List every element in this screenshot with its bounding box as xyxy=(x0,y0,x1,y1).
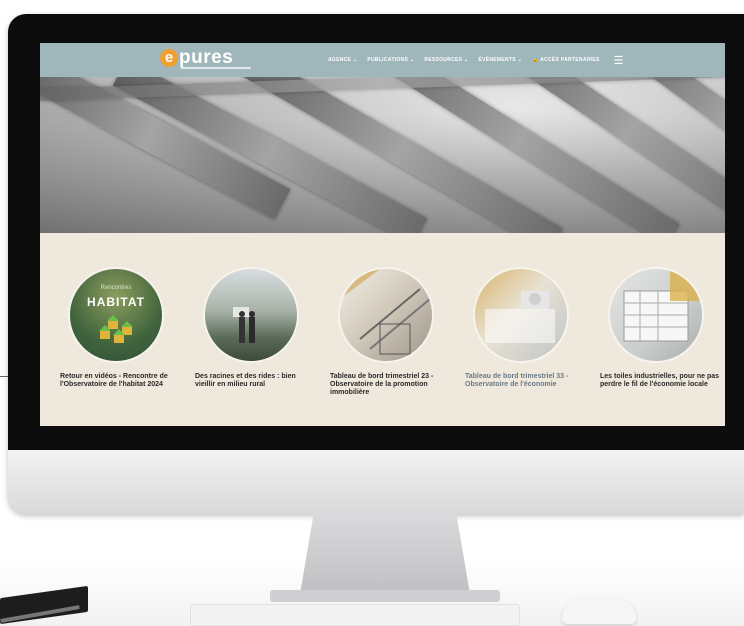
nav-acces-partenaires[interactable]: 🔒 ACCÈS PARTENAIRES xyxy=(532,57,600,63)
nav-publications[interactable]: PUBLICATIONS ⌄ xyxy=(367,57,414,63)
website-screen: e pures AGENCE ⌄ PUBLICATIONS ⌄ RESSOURC… xyxy=(40,43,725,426)
card-toiles-industrielles[interactable]: Les toiles industrielles, pour ne pas pe… xyxy=(600,269,720,389)
card-title-toiles[interactable]: Les toiles industrielles, pour ne pas pe… xyxy=(600,373,720,389)
monitor-stand-base xyxy=(270,590,500,602)
card-rural[interactable]: Des racines et des rides : bien vieillir… xyxy=(195,269,315,389)
keyboard xyxy=(190,604,520,626)
card-title-promotion[interactable]: Tableau de bord trimestriel 23 - Observa… xyxy=(330,373,450,397)
mouse xyxy=(562,598,636,624)
card-image-rural[interactable] xyxy=(205,269,297,361)
card-title-rural[interactable]: Des racines et des rides : bien vieillir… xyxy=(195,373,315,389)
monitor-stand xyxy=(300,514,470,594)
monitor-chin xyxy=(8,450,744,514)
walking-couple-icon xyxy=(233,307,255,343)
nav-evenements[interactable]: ÉVÉNEMENTS ⌄ xyxy=(478,57,522,63)
card-title-habitat[interactable]: Retour en vidéos - Rencontre de l'Observ… xyxy=(60,373,180,389)
handshake-icon xyxy=(485,291,555,343)
logo-text: pures xyxy=(179,47,234,68)
publication-cards: Rencontres HABITAT Retour en vidéos - Re… xyxy=(40,233,725,426)
nav-ressources[interactable]: RESSOURCES ⌄ xyxy=(424,57,468,63)
card-image-economie[interactable] xyxy=(475,269,567,361)
nav-agence[interactable]: AGENCE ⌄ xyxy=(328,57,357,63)
site-logo[interactable]: e pures xyxy=(160,47,251,69)
spreadsheet-icon xyxy=(623,269,702,342)
hero-image-structure xyxy=(40,77,725,233)
card-habitat[interactable]: Rencontres HABITAT Retour en vidéos - Re… xyxy=(60,269,180,389)
card-image-construction[interactable] xyxy=(340,269,432,361)
hamburger-menu-icon[interactable]: ☰ xyxy=(614,54,624,67)
site-header: e pures AGENCE ⌄ PUBLICATIONS ⌄ RESSOURC… xyxy=(40,43,725,77)
card-image-habitat[interactable]: Rencontres HABITAT xyxy=(70,269,162,361)
logo-tagline-line xyxy=(181,67,251,69)
logo-e-circle: e xyxy=(160,49,178,67)
houses-icon xyxy=(99,315,133,343)
card-economie[interactable]: Tableau de bord trimestriel 33 - Observa… xyxy=(465,269,585,389)
card-title-economie[interactable]: Tableau de bord trimestriel 33 - Observa… xyxy=(465,373,585,389)
main-nav: AGENCE ⌄ PUBLICATIONS ⌄ RESSOURCES ⌄ ÉVÉ… xyxy=(328,43,624,77)
construction-icon xyxy=(340,269,431,355)
card-image-toiles[interactable] xyxy=(610,269,702,361)
card-promotion-immobiliere[interactable]: Tableau de bord trimestriel 23 - Observa… xyxy=(330,269,450,397)
